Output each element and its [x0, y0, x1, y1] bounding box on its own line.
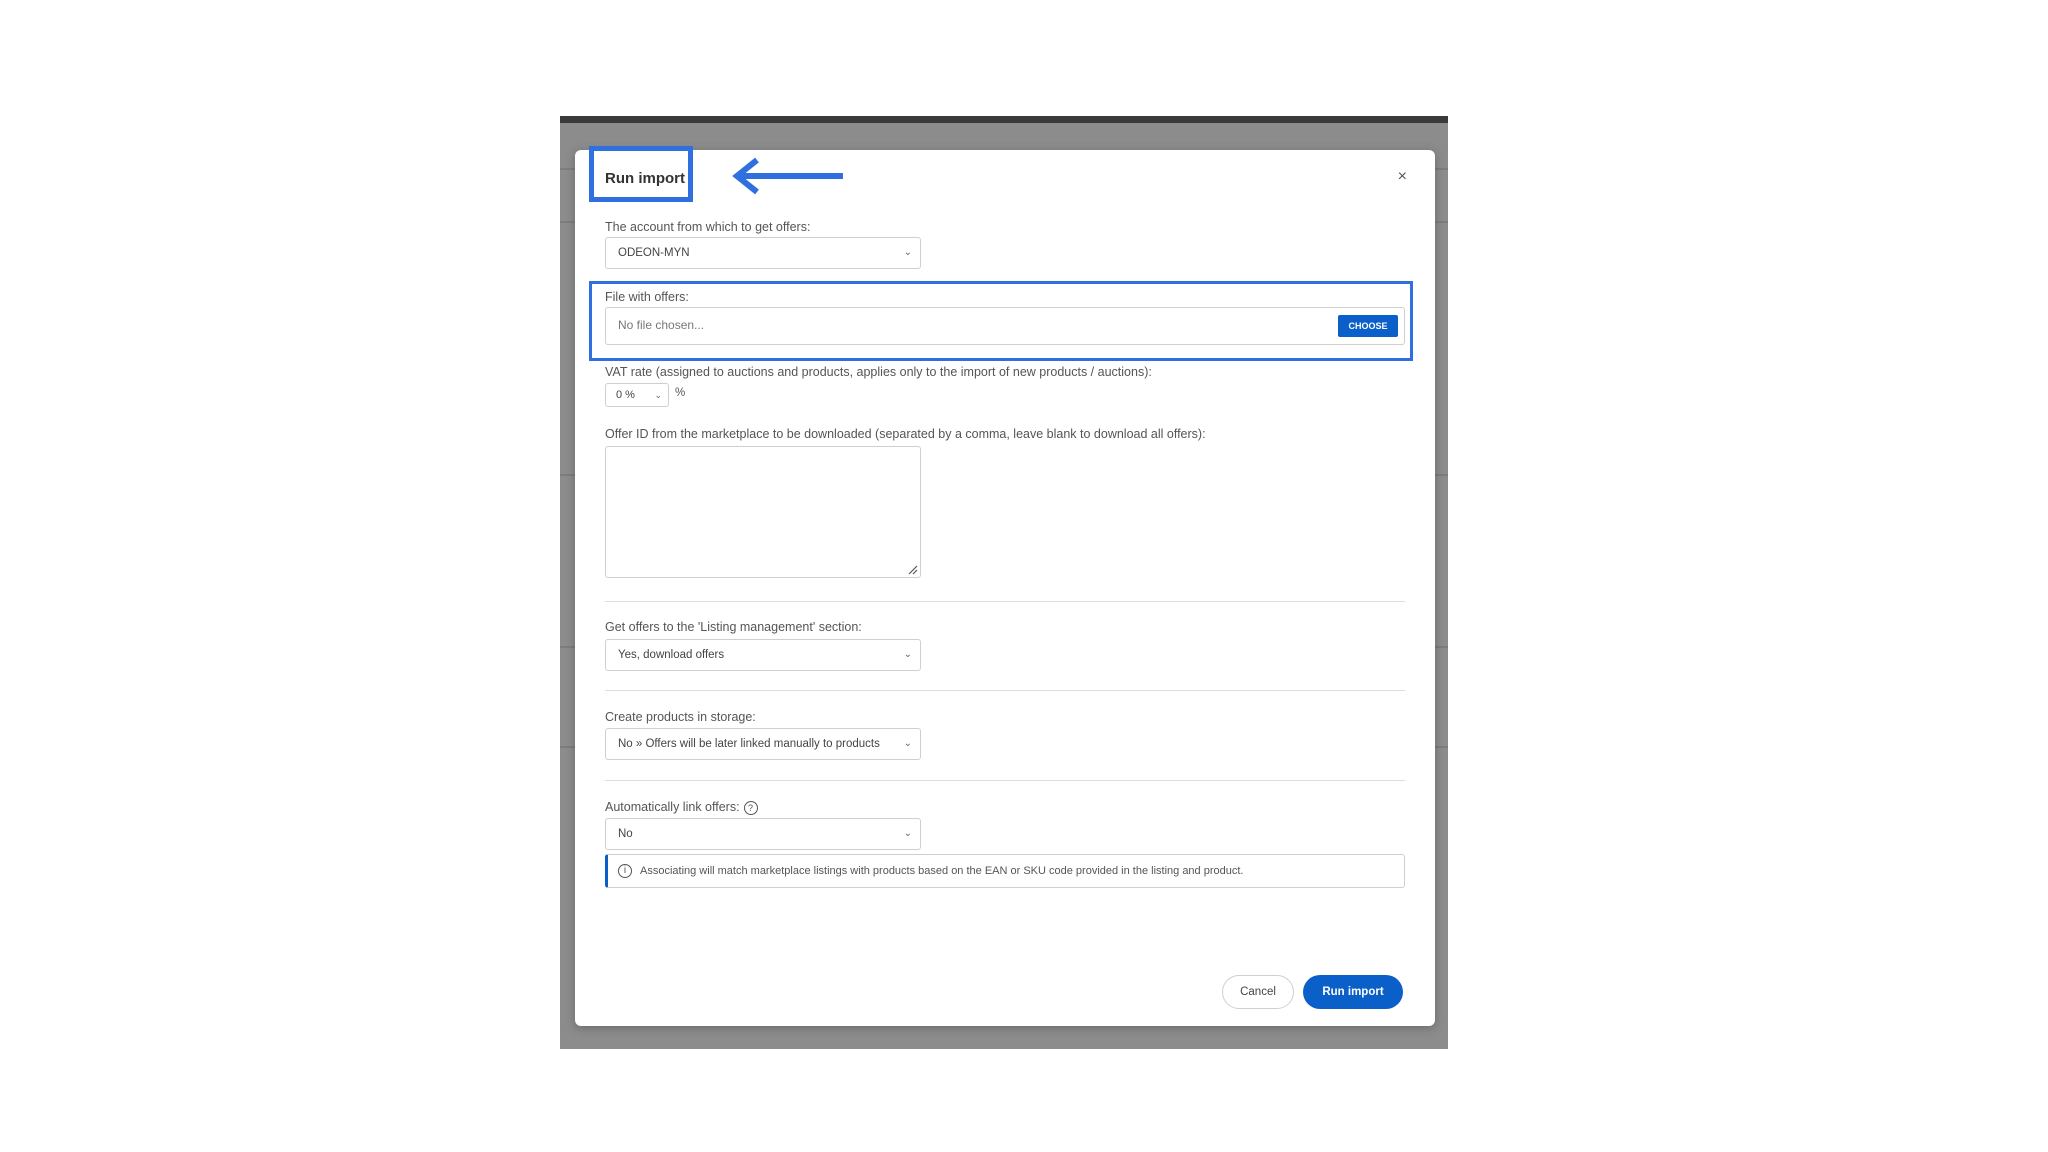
choose-file-button[interactable]: CHOOSE [1338, 315, 1398, 337]
storage-label: Create products in storage: [605, 710, 756, 724]
offer-ids-label: Offer ID from the marketplace to be down… [605, 427, 1206, 441]
chevron-down-icon: ⌄ [654, 390, 662, 400]
listing-select[interactable]: Yes, download offers ⌄ [605, 639, 921, 671]
autolink-select-value: No [618, 828, 633, 840]
run-import-button[interactable]: Run import [1303, 975, 1403, 1009]
offer-ids-textarea[interactable] [605, 446, 921, 578]
vat-unit: % [675, 387, 686, 399]
file-label: File with offers: [605, 290, 689, 304]
chevron-down-icon: ⌄ [903, 649, 912, 660]
storage-select-value: No » Offers will be later linked manuall… [618, 738, 880, 750]
question-circle-icon[interactable]: ? [743, 800, 758, 815]
info-circle-icon: i [618, 864, 632, 878]
autolink-label: Automatically link offers:? [605, 800, 758, 815]
vat-rate-select[interactable]: 0 % ⌄ [605, 383, 669, 407]
cancel-button[interactable]: Cancel [1222, 975, 1294, 1009]
listing-label: Get offers to the 'Listing management' s… [605, 620, 862, 634]
section-divider [605, 601, 1405, 602]
storage-select[interactable]: No » Offers will be later linked manuall… [605, 728, 921, 760]
listing-select-value: Yes, download offers [618, 649, 725, 661]
resize-handle-icon[interactable] [906, 563, 918, 575]
file-placeholder: No file chosen... [618, 318, 705, 332]
autolink-info-box: i Associating will match marketplace lis… [605, 854, 1405, 888]
vat-label: VAT rate (assigned to auctions and produ… [605, 365, 1152, 379]
run-import-modal: Run import × The account from which to g… [575, 146, 1435, 1026]
chevron-down-icon: ⌄ [903, 738, 912, 749]
file-input[interactable]: No file chosen... CHOOSE [605, 307, 1405, 345]
section-divider [605, 780, 1405, 781]
close-icon[interactable]: × [1398, 168, 1407, 186]
account-select[interactable]: ODEON-MYN ⌄ [605, 237, 921, 269]
autolink-label-text: Automatically link offers: [605, 800, 740, 814]
chevron-down-icon: ⌄ [903, 247, 912, 258]
account-label: The account from which to get offers: [605, 220, 811, 234]
modal-title: Run import [605, 170, 685, 187]
account-select-value: ODEON-MYN [618, 247, 690, 259]
arrow-left-icon [732, 157, 843, 195]
chevron-down-icon: ⌄ [903, 828, 912, 839]
screenshot-stage: Run import × The account from which to g… [0, 0, 2048, 1152]
section-divider [605, 690, 1405, 691]
vat-rate-value: 0 % [616, 389, 635, 401]
autolink-info-text: Associating will match marketplace listi… [640, 865, 1244, 877]
autolink-select[interactable]: No ⌄ [605, 818, 921, 850]
backdrop-top-bar [560, 116, 1448, 123]
